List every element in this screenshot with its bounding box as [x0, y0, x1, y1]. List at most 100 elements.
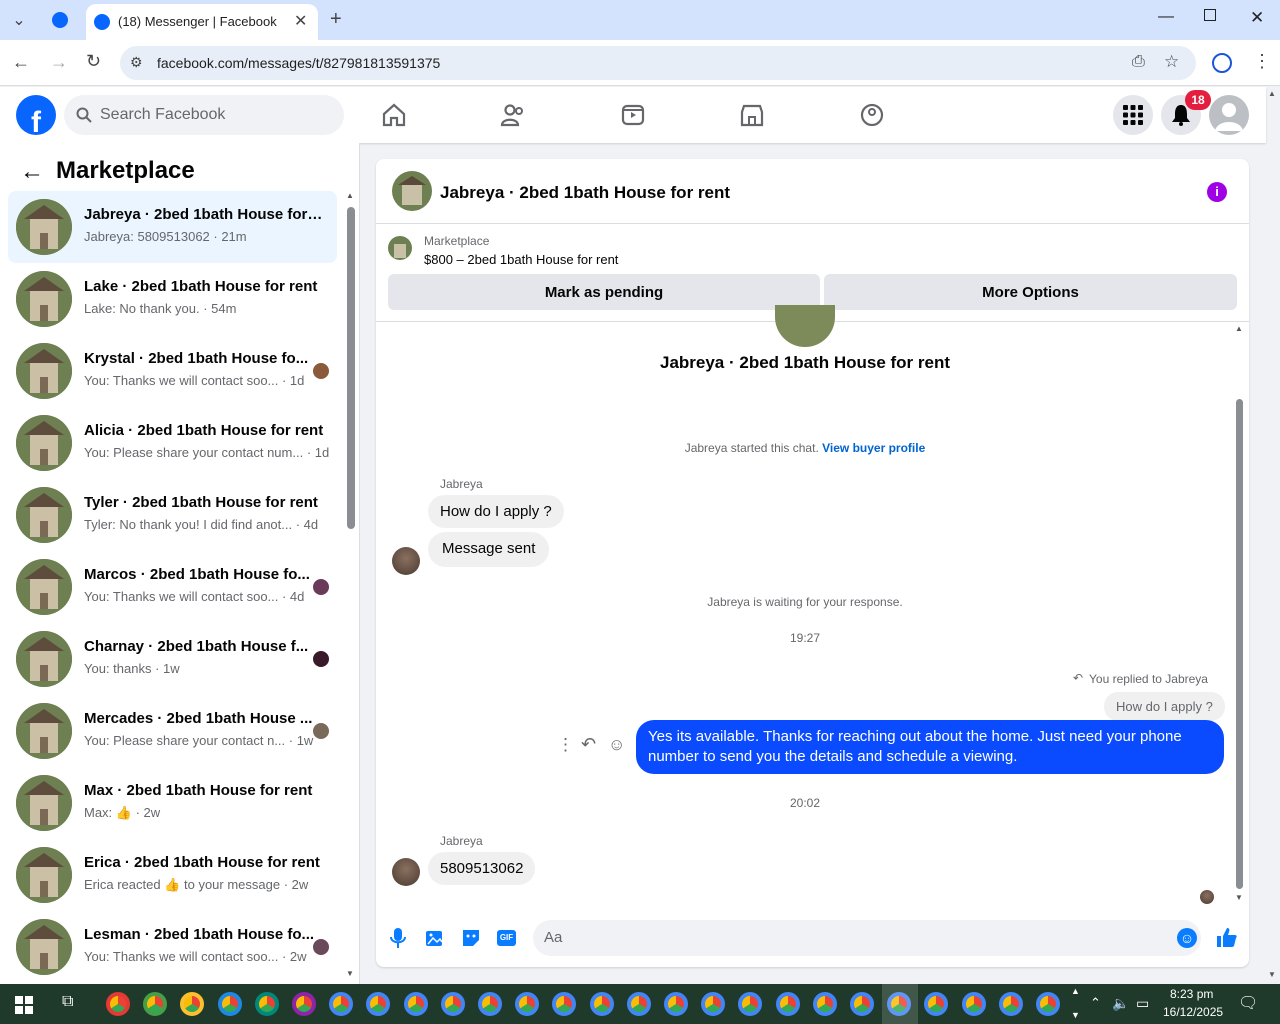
chrome-app-icon[interactable] — [552, 992, 577, 1016]
like-thumb-icon[interactable] — [1216, 926, 1238, 948]
chrome-app-icon[interactable] — [106, 992, 130, 1016]
sender-avatar[interactable] — [392, 547, 420, 575]
reload-icon[interactable]: ↻ — [86, 51, 101, 72]
menu-grid-icon[interactable] — [1113, 95, 1153, 135]
mark-as-pending-button[interactable]: Mark as pending — [388, 274, 820, 310]
sidebar-scrollbar[interactable] — [347, 207, 355, 529]
listing-avatar[interactable] — [392, 171, 432, 211]
friends-icon[interactable] — [499, 101, 527, 129]
message-bubble[interactable]: How do I apply ? — [428, 495, 564, 528]
sender-avatar[interactable] — [392, 858, 420, 886]
conversation-item[interactable]: Mercades · 2bed 1bath House ... You: Plea… — [8, 695, 337, 767]
chrome-app-icon[interactable] — [515, 992, 540, 1016]
profile-icon[interactable] — [1212, 53, 1232, 73]
profile-avatar-large[interactable] — [775, 305, 835, 347]
message-bubble[interactable]: Message sent — [428, 532, 550, 567]
conversation-item[interactable]: Krystal · 2bed 1bath House fo... You: Tha… — [8, 335, 337, 407]
menu-kebab-icon[interactable]: ⋮ — [1253, 51, 1271, 72]
close-window-icon[interactable]: ✕ — [1250, 8, 1264, 28]
site-info-icon[interactable]: ⚙ — [130, 54, 143, 71]
tab-list-icon[interactable]: ⌄ — [8, 10, 30, 30]
conversation-item[interactable]: Max · 2bed 1bath House for rent Max: 👍 · … — [8, 767, 337, 839]
view-buyer-profile-link[interactable]: View buyer profile — [822, 441, 925, 455]
new-tab-icon[interactable]: + — [330, 8, 342, 31]
taskbar-date[interactable]: 16/12/2025 — [1163, 1005, 1223, 1019]
scroll-down-icon[interactable]: ▼ — [1235, 893, 1243, 902]
search-input[interactable]: Search Facebook — [64, 95, 344, 135]
chat-scrollbar[interactable] — [1236, 399, 1243, 889]
chrome-app-icon[interactable] — [812, 992, 837, 1016]
scroll-up-icon[interactable]: ▲ — [1235, 324, 1243, 333]
notification-center-icon[interactable]: 🗨 — [1238, 993, 1258, 1013]
chrome-app-icon[interactable] — [440, 992, 465, 1016]
chrome-app-icon[interactable] — [850, 992, 874, 1016]
taskbar-time[interactable]: 8:23 pm — [1170, 987, 1213, 1001]
page-scroll-down-icon[interactable]: ▼ — [1268, 970, 1276, 979]
page-scroll-up-icon[interactable]: ▲ — [1268, 89, 1276, 98]
photo-icon[interactable] — [425, 928, 445, 948]
conversation-item[interactable]: Charnay · 2bed 1bath House f... You: than… — [8, 623, 337, 695]
conversation-item[interactable]: Tyler · 2bed 1bath House for rent Tyler: … — [8, 479, 337, 551]
back-arrow-icon[interactable]: ← — [20, 158, 44, 186]
scroll-up-icon[interactable]: ▲ — [346, 191, 354, 200]
scroll-down-icon[interactable]: ▼ — [346, 969, 354, 978]
chrome-app-icon[interactable] — [701, 992, 726, 1016]
facebook-logo-icon[interactable]: f — [16, 95, 56, 135]
conversation-item[interactable]: Alicia · 2bed 1bath House for rent You: P… — [8, 407, 337, 479]
chrome-app-icon[interactable] — [626, 992, 651, 1016]
emoji-picker-icon[interactable]: ☺ — [1177, 928, 1197, 948]
chrome-app-icon[interactable] — [738, 992, 763, 1016]
chrome-app-icon[interactable] — [1036, 992, 1060, 1016]
forward-icon[interactable]: → — [50, 52, 68, 73]
video-icon[interactable] — [619, 101, 647, 129]
sticker-icon[interactable] — [461, 928, 481, 948]
chrome-app-icon[interactable] — [366, 992, 391, 1016]
listing-price[interactable]: $800 – 2bed 1bath House for rent — [424, 252, 618, 267]
chat-header-title[interactable]: Jabreya · 2bed 1bath House for rent — [440, 183, 730, 203]
chrome-app-icon[interactable] — [775, 992, 800, 1016]
chrome-app-icon[interactable] — [292, 992, 316, 1016]
chrome-app-icon[interactable] — [329, 992, 354, 1016]
browser-tab[interactable]: (18) Messenger | Facebook ✕ — [86, 4, 318, 40]
conversation-item[interactable]: Lake · 2bed 1bath House for rent Lake: No… — [8, 263, 337, 335]
reply-action-icon[interactable]: ↶ — [581, 734, 596, 755]
message-composer-input[interactable]: Aa — [533, 920, 1201, 956]
volume-icon[interactable]: 🔈 — [1112, 995, 1129, 1012]
chrome-app-icon[interactable] — [589, 992, 614, 1016]
conversation-item[interactable]: Lesman · 2bed 1bath House fo... You: Than… — [8, 911, 337, 983]
back-icon[interactable]: ← — [12, 52, 30, 73]
chrome-app-icon[interactable] — [998, 992, 1023, 1016]
task-view-icon[interactable]: ⧉ — [62, 993, 73, 1011]
chrome-app-icon[interactable] — [180, 992, 205, 1016]
windows-start-icon[interactable] — [15, 996, 33, 1014]
tray-chevron-icon[interactable]: ⌃ — [1090, 995, 1101, 1011]
quoted-message[interactable]: How do I apply ? — [1104, 692, 1225, 721]
chrome-app-icon[interactable] — [664, 992, 688, 1016]
chrome-app-icon[interactable] — [143, 992, 168, 1016]
network-icon[interactable]: ▭ — [1136, 995, 1149, 1012]
chrome-app-icon[interactable] — [254, 992, 279, 1016]
message-bubble[interactable]: 5809513062 — [428, 852, 536, 885]
my-message-bubble[interactable]: Yes its available. Thanks for reaching o… — [636, 720, 1224, 774]
taskbar-scroll-down-icon[interactable]: ▼ — [1071, 1010, 1080, 1020]
conversation-item[interactable]: Marcos · 2bed 1bath House fo... You: Than… — [8, 551, 337, 623]
marketplace-icon[interactable] — [738, 101, 766, 129]
conversation-item[interactable]: Jabreya · 2bed 1bath House for r... Jabre… — [8, 191, 337, 263]
microphone-icon[interactable] — [390, 927, 406, 949]
chrome-app-icon[interactable] — [478, 992, 502, 1016]
gaming-icon[interactable] — [858, 101, 886, 129]
chrome-app-icon[interactable] — [217, 992, 242, 1016]
chrome-app-icon[interactable] — [924, 992, 949, 1016]
more-options-button[interactable]: More Options — [824, 274, 1237, 310]
gif-icon[interactable]: GIF — [497, 930, 516, 946]
bookmark-star-icon[interactable]: ☆ — [1164, 52, 1179, 72]
account-avatar[interactable] — [1209, 95, 1249, 135]
react-emoji-icon[interactable]: ☺ — [608, 735, 625, 755]
taskbar-scroll-up-icon[interactable]: ▲ — [1071, 986, 1080, 996]
minimize-icon[interactable]: — — [1158, 8, 1174, 26]
info-icon[interactable]: i — [1207, 182, 1227, 202]
chrome-app-icon[interactable] — [403, 992, 428, 1016]
maximize-icon[interactable] — [1204, 9, 1216, 21]
conversation-item[interactable]: Erica · 2bed 1bath House for rent Erica r… — [8, 839, 337, 911]
facebook-favicon-icon[interactable] — [52, 12, 68, 28]
